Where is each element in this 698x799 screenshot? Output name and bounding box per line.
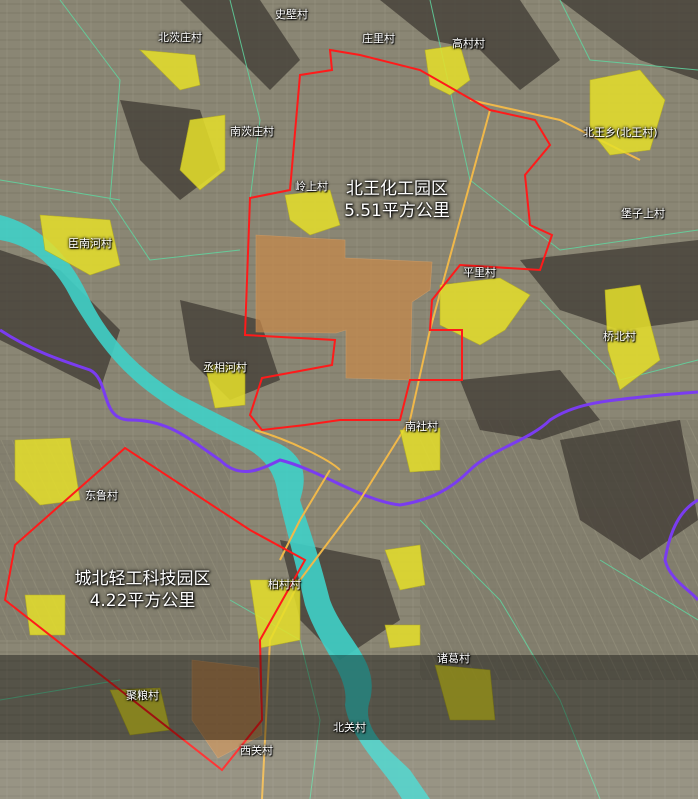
zone-north-area: 5.51平方公里	[344, 201, 450, 221]
village-label: 东鲁村	[85, 489, 118, 502]
map-canvas	[0, 0, 698, 799]
light-band	[0, 740, 698, 799]
village-label: 柏村村	[268, 578, 301, 591]
zone-south-name: 城北轻工科技园区	[74, 569, 211, 589]
village-label: 北茨庄村	[158, 31, 202, 44]
village-label: 高村村	[452, 37, 485, 50]
village-label: 庄里村	[362, 32, 395, 45]
satellite-map[interactable]: 北王化工园区 5.51平方公里 城北轻工科技园区 4.22平方公里 史壁村 庄里…	[0, 0, 698, 799]
zone-south-area: 4.22平方公里	[89, 591, 196, 611]
village-label: 北王乡(北王村)	[583, 126, 658, 139]
village-label: 西关村	[240, 744, 273, 757]
zone-north-name: 北王化工园区	[346, 179, 448, 199]
village-label: 臣南河村	[68, 237, 112, 250]
village-label: 平里村	[463, 266, 496, 279]
village-label: 堡子上村	[621, 207, 665, 220]
village-label: 桥北村	[603, 330, 636, 343]
village-label: 南茨庄村	[230, 125, 274, 138]
zone-label-north: 北王化工园区 5.51平方公里	[322, 178, 472, 222]
village-label: 南社村	[405, 420, 438, 433]
village-label: 北关村	[333, 721, 366, 734]
village-label: 聚粮村	[126, 689, 159, 702]
village-label: 史壁村	[275, 8, 308, 21]
village-label: 丞相河村	[203, 361, 247, 374]
village-label: 岭上村	[295, 180, 328, 193]
zone-label-south: 城北轻工科技园区 4.22平方公里	[55, 568, 230, 612]
village-label: 诸葛村	[437, 652, 470, 665]
